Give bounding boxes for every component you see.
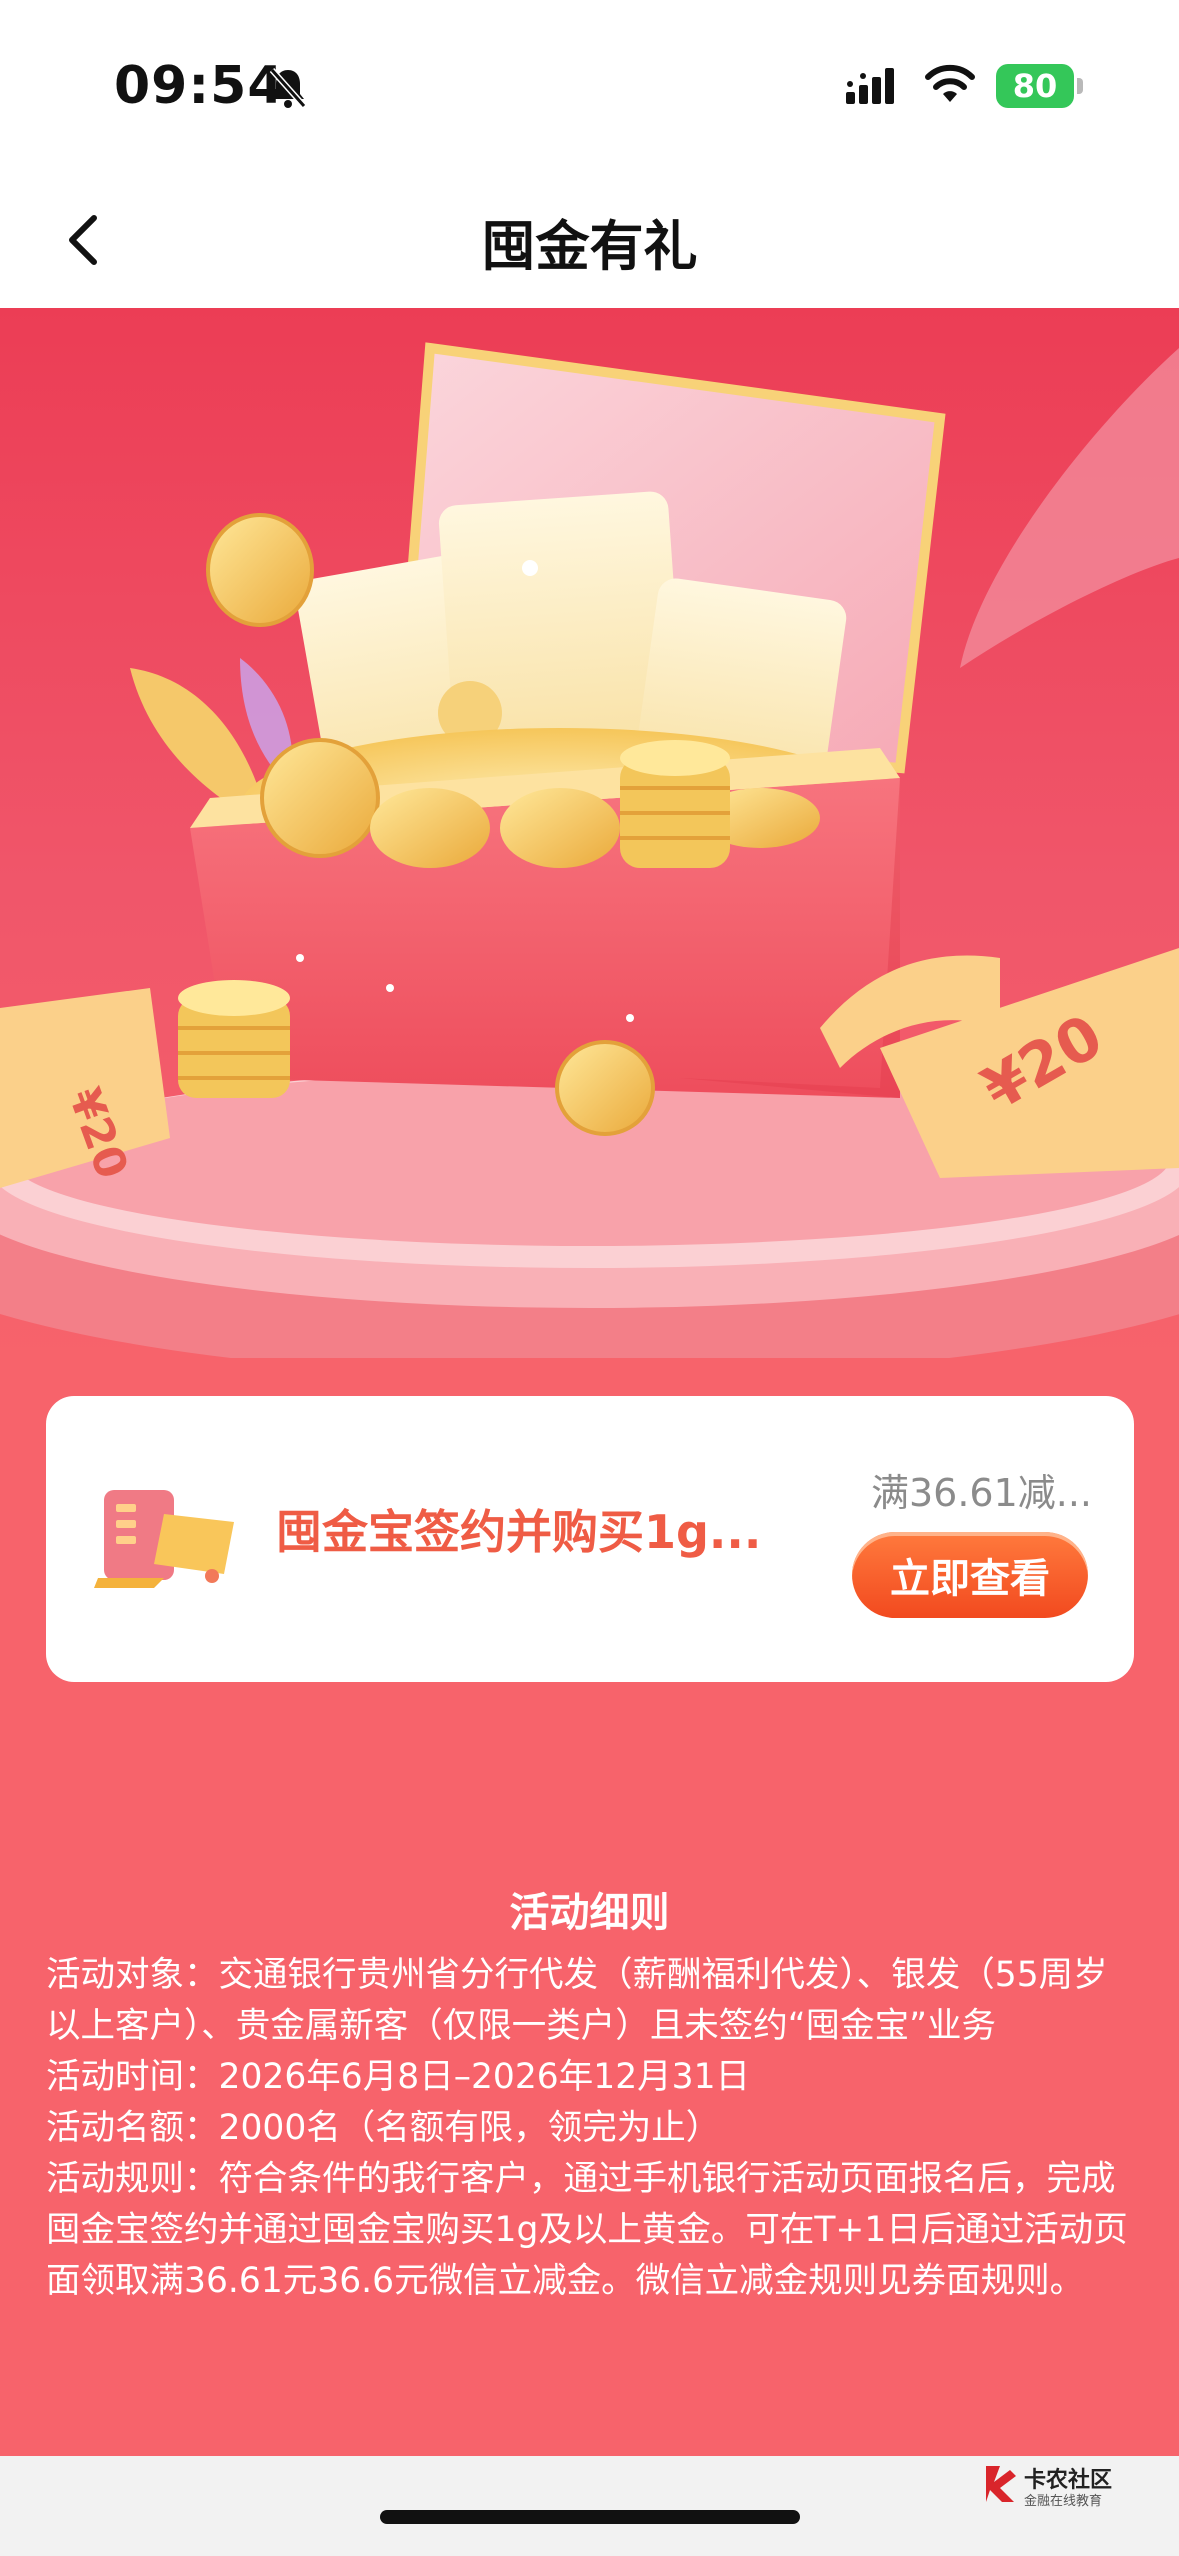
battery-tip (1077, 78, 1083, 94)
rules-line: 活动名额：2000名（名额有限，领完为止） (46, 2108, 721, 2148)
bell-slash-icon (268, 66, 308, 114)
status-bar: 09:54 80 (0, 0, 1179, 160)
page-title: 囤金有礼 (481, 215, 698, 278)
card-subtitle: 满36.61减... (870, 1471, 1092, 1515)
kanong-logo-icon (980, 2462, 1020, 2510)
nav-bar: 囤金有礼 (0, 160, 1179, 308)
coin-stack-icon (620, 740, 730, 868)
signal-icon (846, 66, 906, 110)
rules-title: 活动细则 (509, 1890, 670, 1936)
status-time: 09:54 (114, 56, 285, 116)
rules-line: 活动时间：2026年6月8日–2026年12月31日 (46, 2057, 751, 2097)
wifi-icon (924, 62, 976, 110)
hero-banner: ¥20 ¥20 (0, 308, 1179, 1358)
rules-text: 活动对象：交通银行贵州省分行代发（薪酬福利代发）、银发（55周岁以上客户）、贵金… (46, 1950, 1136, 2307)
coupon-card-icon (94, 1484, 244, 1598)
home-indicator[interactable] (380, 2510, 800, 2524)
activity-card[interactable]: 囤金宝签约并购买1g... 满36.61减... 立即查看 (46, 1396, 1134, 1682)
rules-line: 活动对象：交通银行贵州省分行代发（薪酬福利代发）、银发（55周岁以上客户）、贵金… (46, 1955, 1108, 2046)
watermark-tagline: 金融在线教育 (1024, 2494, 1103, 2509)
view-now-button[interactable]: 立即查看 (852, 1532, 1088, 1618)
card-title: 囤金宝签约并购买1g... (276, 1505, 762, 1559)
rules-line: 活动规则：符合条件的我行客户，通过手机银行活动页面报名后，完成囤金宝签约并通过囤… (46, 2159, 1128, 2301)
battery-icon: 80 (996, 64, 1074, 108)
treasure-box-illustration (0, 308, 1179, 1358)
